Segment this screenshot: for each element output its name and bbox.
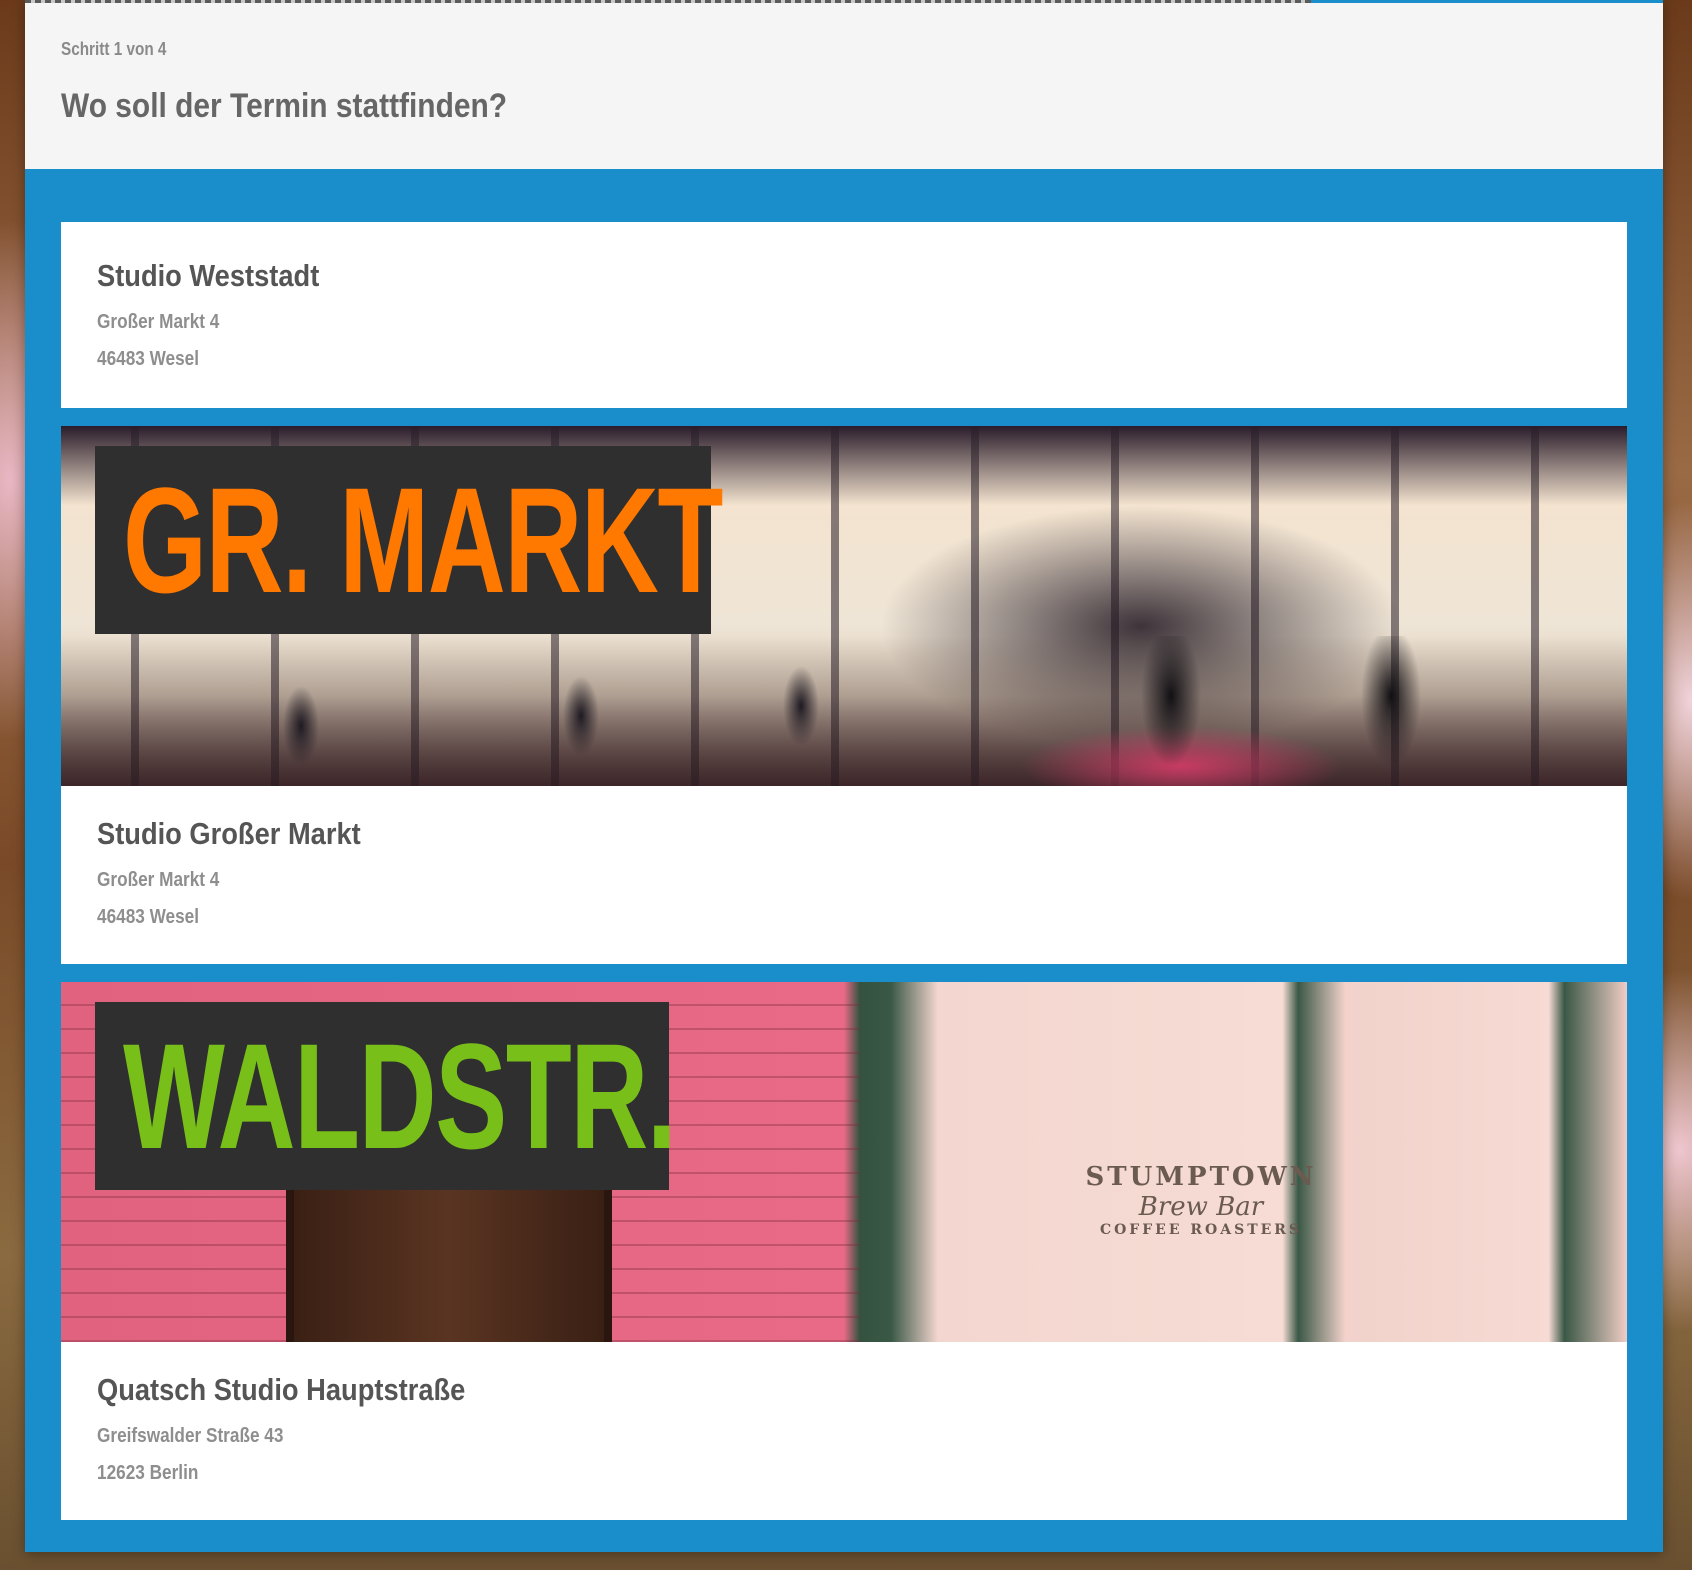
shop-sign-line: STUMPTOWN <box>1085 1162 1317 1192</box>
banner-label: GR. MARKT <box>95 446 723 634</box>
location-banner-image: STUMPTOWN Brew Bar COFFEE ROASTERS WALDS… <box>61 982 1627 1342</box>
location-banner-image: GR. MARKT <box>61 426 1627 786</box>
location-card-weststadt[interactable]: Studio Weststadt Großer Markt 4 46483 We… <box>61 222 1627 408</box>
mall-crowd-image <box>61 636 1627 786</box>
banner-label-text: GR. MARKT <box>123 455 723 624</box>
location-city: 46483 Wesel <box>97 906 200 928</box>
location-list: Studio Weststadt Großer Markt 4 46483 We… <box>61 222 1627 1538</box>
location-card-hauptstrasse[interactable]: STUMPTOWN Brew Bar COFFEE ROASTERS WALDS… <box>61 982 1627 1520</box>
location-info: Studio Großer Markt Großer Markt 4 46483… <box>61 786 1627 964</box>
dialog-header: Schritt 1 von 4 Wo soll der Termin statt… <box>25 3 1663 169</box>
wooden-door-image <box>286 1172 612 1342</box>
location-street: Greifswalder Straße 43 <box>97 1425 284 1447</box>
location-city: 12623 Berlin <box>97 1462 199 1484</box>
banner-label-text: WALDSTR. <box>123 1011 677 1180</box>
location-street: Großer Markt 4 <box>97 311 220 333</box>
banner-label: WALDSTR. <box>95 1002 677 1190</box>
location-info: Quatsch Studio Hauptstraße Greifswalder … <box>61 1342 1627 1520</box>
location-city: 46483 Wesel <box>97 348 200 370</box>
location-street: Großer Markt 4 <box>97 869 220 891</box>
location-card-grosser-markt[interactable]: GR. MARKT Studio Großer Markt Großer Mar… <box>61 426 1627 964</box>
location-name: Studio Weststadt <box>97 258 320 293</box>
shop-sign-line: COFFEE ROASTERS <box>1099 1222 1303 1238</box>
booking-dialog: Schritt 1 von 4 Wo soll der Termin statt… <box>25 0 1663 1552</box>
location-name: Quatsch Studio Hauptstraße <box>97 1372 466 1407</box>
location-info: Studio Weststadt Großer Markt 4 46483 We… <box>61 222 1627 408</box>
location-name: Studio Großer Markt <box>97 816 361 851</box>
shop-window-sign: STUMPTOWN Brew Bar COFFEE ROASTERS <box>1071 1162 1331 1238</box>
step-indicator: Schritt 1 von 4 <box>61 39 167 59</box>
shop-sign-line: Brew Bar <box>1138 1192 1264 1222</box>
page-title: Wo soll der Termin stattfinden? <box>61 87 508 125</box>
